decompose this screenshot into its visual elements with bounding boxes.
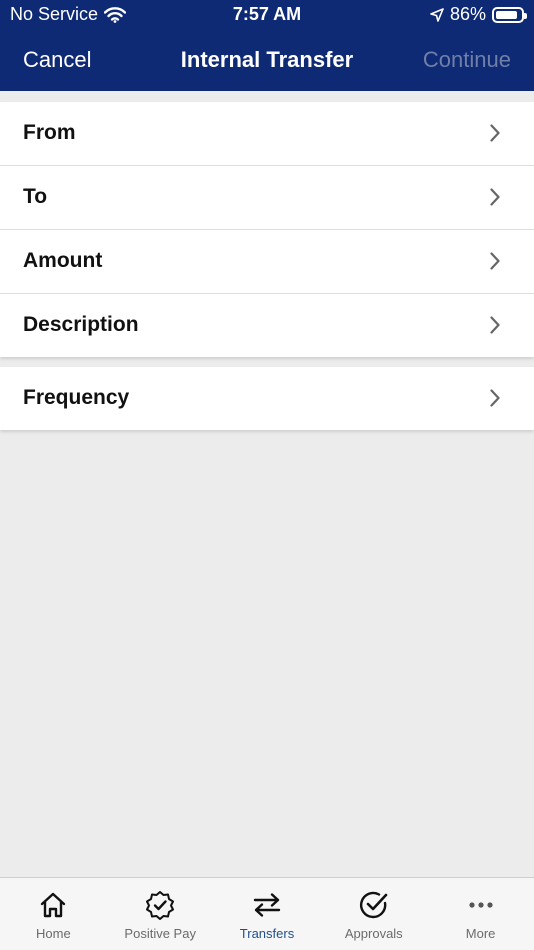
chevron-right-icon [490, 316, 500, 334]
amount-label: Amount [23, 249, 103, 272]
tab-transfers-label: Transfers [239, 926, 295, 941]
frequency-label: Frequency [23, 386, 130, 409]
more-dots-icon [468, 902, 493, 908]
description-label: Description [23, 313, 139, 336]
chevron-right-icon [490, 188, 500, 206]
continue-button[interactable]: Continue [423, 47, 511, 73]
home-icon [41, 892, 66, 918]
tab-home-label: Home [36, 926, 71, 941]
chevron-right-icon [490, 124, 500, 142]
tab-positive-pay[interactable]: Positive Pay [107, 878, 214, 950]
tab-transfers[interactable]: Transfers [214, 878, 321, 950]
to-row[interactable]: To [0, 166, 534, 230]
description-row[interactable]: Description [0, 294, 534, 357]
tab-positive-pay-label: Positive Pay [124, 926, 196, 941]
tab-more[interactable]: More [427, 878, 534, 950]
transfer-arrows-icon [253, 893, 281, 917]
header: No Service 7:57 AM 86% Cancel Internal T… [0, 0, 534, 91]
battery-icon [492, 6, 527, 23]
check-circle-icon [359, 891, 388, 919]
transfer-details-section: From To Amount Description [0, 102, 534, 357]
tab-more-label: More [465, 926, 496, 941]
tab-approvals[interactable]: Approvals [320, 878, 427, 950]
tab-approvals-label: Approvals [344, 926, 403, 941]
tab-home[interactable]: Home [0, 878, 107, 950]
from-label: From [23, 121, 76, 144]
to-label: To [23, 185, 48, 208]
amount-row[interactable]: Amount [0, 230, 534, 294]
location-arrow-icon [430, 7, 444, 22]
badge-check-icon [146, 891, 175, 920]
status-bar: No Service 7:57 AM 86% [0, 0, 534, 30]
status-right: 86% [430, 4, 527, 25]
tab-bar: Home Positive Pay Transfers Approvals Mo… [0, 877, 534, 950]
from-row[interactable]: From [0, 102, 534, 166]
chevron-right-icon [490, 389, 500, 407]
frequency-section: Frequency [0, 367, 534, 430]
battery-percent: 86% [449, 4, 486, 24]
frequency-row[interactable]: Frequency [0, 367, 534, 430]
battery-level [496, 10, 517, 19]
navigation-bar: Cancel Internal Transfer Continue [0, 40, 534, 82]
chevron-right-icon [490, 252, 500, 270]
